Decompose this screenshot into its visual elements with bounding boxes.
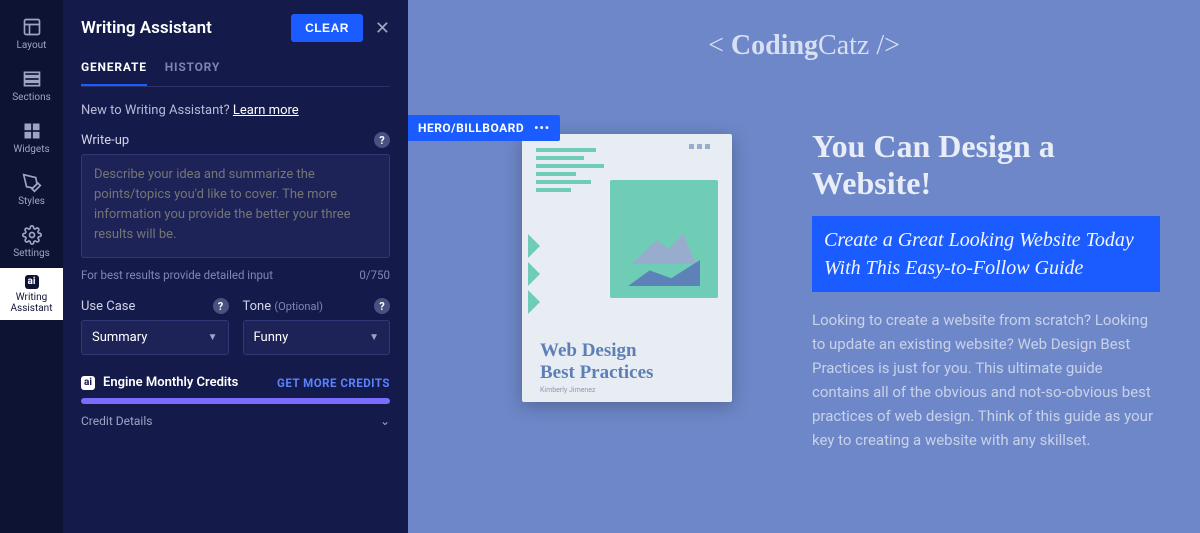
learn-more-tip: New to Writing Assistant? Learn more <box>81 103 390 118</box>
hero-image: Web DesignBest Practices Kimberly Jimene… <box>522 134 732 402</box>
rail-layout[interactable]: Layout <box>0 8 63 60</box>
rail-label: Styles <box>18 196 45 207</box>
styles-icon <box>22 173 42 193</box>
tab-generate[interactable]: GENERATE <box>81 60 147 86</box>
decorative-dots <box>689 144 710 149</box>
writing-assistant-panel: Writing Assistant CLEAR ✕ GENERATE HISTO… <box>63 0 408 533</box>
section-tag-label: HERO/BILLBOARD <box>418 121 524 135</box>
decorative-card <box>610 180 718 298</box>
ai-icon: ai <box>25 275 39 289</box>
decorative-lines <box>536 148 604 192</box>
panel-tabs: GENERATE HISTORY <box>81 60 390 87</box>
writeup-input[interactable] <box>81 154 390 258</box>
tip-text: New to Writing Assistant? <box>81 103 233 118</box>
rail-writing-assistant[interactable]: ai Writing Assistant <box>0 268 63 320</box>
decorative-arrows <box>528 234 540 314</box>
help-icon[interactable]: ? <box>213 298 229 314</box>
char-count: 0/750 <box>359 268 390 282</box>
get-more-credits-link[interactable]: GET MORE CREDITS <box>277 376 390 390</box>
usecase-label: Use Case <box>81 299 135 314</box>
hero-section[interactable]: Web DesignBest Practices Kimberly Jimene… <box>448 94 1160 452</box>
more-icon[interactable]: ••• <box>534 121 550 135</box>
help-icon[interactable]: ? <box>374 132 390 148</box>
rail-label: Layout <box>17 40 47 51</box>
layout-icon <box>22 17 42 37</box>
settings-icon <box>22 225 42 245</box>
rail-label: Widgets <box>13 144 49 155</box>
ai-icon: ai <box>81 376 95 390</box>
sections-icon <box>22 69 42 89</box>
rail-label: Settings <box>13 248 50 259</box>
rail-settings[interactable]: Settings <box>0 216 63 268</box>
widgets-icon <box>22 121 42 141</box>
book-author: Kimberly Jimenez <box>540 386 595 394</box>
rail-widgets[interactable]: Widgets <box>0 112 63 164</box>
credits-progress-bar <box>81 398 390 404</box>
page-canvas[interactable]: < CodingCatz /> Web DesignBest Practices… <box>408 0 1200 533</box>
credits-label: Engine Monthly Credits <box>103 375 238 390</box>
book-title: Web DesignBest Practices <box>540 340 653 384</box>
rail-label: Writing Assistant <box>0 292 63 314</box>
credit-details-label: Credit Details <box>81 414 152 428</box>
help-icon[interactable]: ? <box>374 298 390 314</box>
credit-details-toggle[interactable]: Credit Details ⌄ <box>81 414 390 428</box>
hero-body: Looking to create a website from scratch… <box>812 308 1160 452</box>
hero-subheading[interactable]: Create a Great Looking Website Today Wit… <box>812 216 1160 292</box>
tab-history[interactable]: HISTORY <box>165 60 220 86</box>
tone-select[interactable]: Funny ▼ <box>243 320 391 355</box>
helper-text: For best results provide detailed input <box>81 268 273 282</box>
close-icon[interactable]: ✕ <box>375 18 390 39</box>
chevron-down-icon: ⌄ <box>380 414 390 428</box>
hero-heading: You Can Design a Website! <box>812 128 1160 202</box>
rail-sections[interactable]: Sections <box>0 60 63 112</box>
clear-button[interactable]: CLEAR <box>291 14 363 42</box>
section-tag[interactable]: HERO/BILLBOARD ••• <box>408 115 560 141</box>
left-rail: Layout Sections Widgets Styles Settings … <box>0 0 63 533</box>
tone-value: Funny <box>254 330 289 345</box>
chevron-down-icon: ▼ <box>369 332 379 343</box>
panel-title: Writing Assistant <box>81 18 212 38</box>
writeup-label: Write-up <box>81 133 129 148</box>
usecase-value: Summary <box>92 330 147 345</box>
rail-styles[interactable]: Styles <box>0 164 63 216</box>
tone-label: Tone <box>243 299 272 314</box>
tone-optional: (Optional) <box>274 300 323 313</box>
site-brand: < CodingCatz /> <box>448 30 1160 62</box>
learn-more-link[interactable]: Learn more <box>233 103 299 118</box>
rail-label: Sections <box>12 92 51 103</box>
chevron-down-icon: ▼ <box>208 332 218 343</box>
usecase-select[interactable]: Summary ▼ <box>81 320 229 355</box>
